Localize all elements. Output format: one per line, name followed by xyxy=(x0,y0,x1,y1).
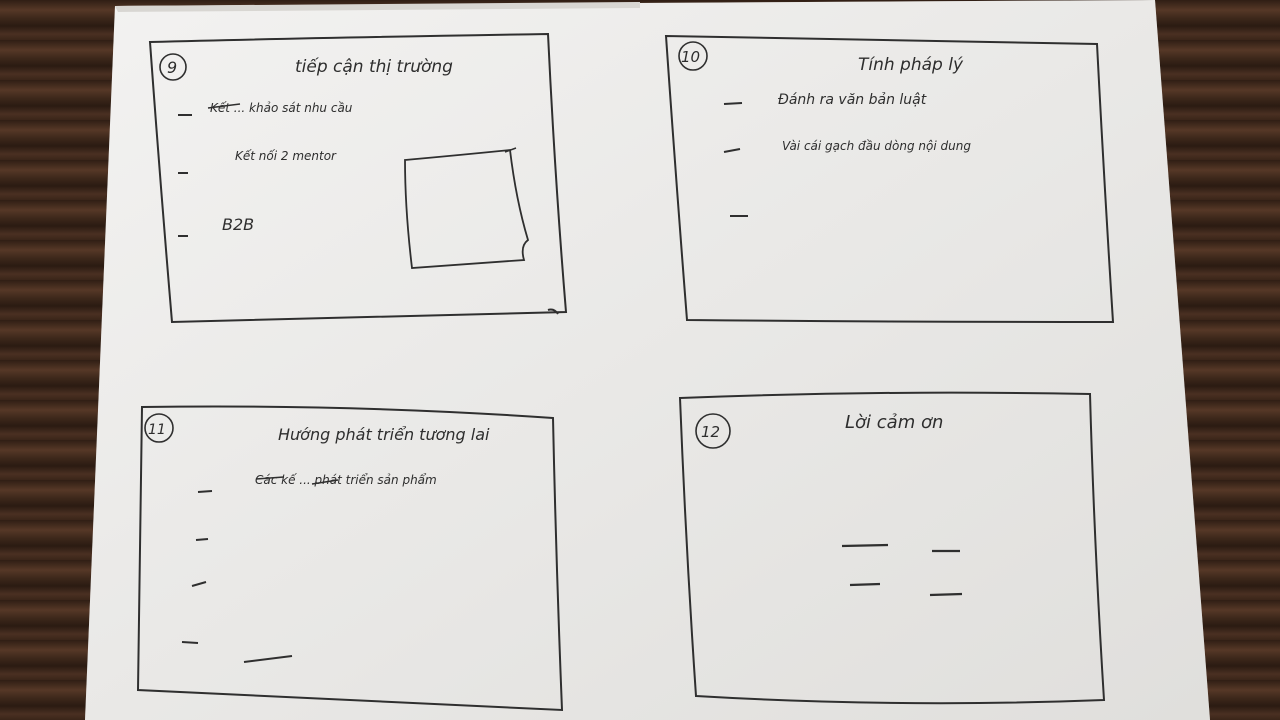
panel-9-title: tiếp cận thị trường xyxy=(295,56,453,77)
panel-10-number: 10 xyxy=(681,48,700,66)
panel-12-number: 12 xyxy=(701,423,720,441)
panel-11-title: Hướng phát triển tương lai xyxy=(278,425,490,444)
panel-9-bullet-3: B2B xyxy=(222,215,254,234)
panel-9-bullet-1: Kết ... khảo sát nhu cầu xyxy=(210,101,353,115)
panel-12-title: Lời cảm ơn xyxy=(845,412,943,433)
panel-10-bullet-2: Vài cái gạch đầu dòng nội dung xyxy=(782,139,971,153)
panel-11-bullet-1: Các kế ... phát triển sản phẩm xyxy=(255,473,437,487)
panel-11-number: 11 xyxy=(148,422,166,438)
panel-10-title: Tính pháp lý xyxy=(858,55,964,75)
panel-10-bullet-1: Đánh ra văn bản luật xyxy=(778,92,927,108)
panel-9-bullet-2: Kết nối 2 mentor xyxy=(235,149,337,163)
sketch-paper: 9 tiếp cận thị trường Kết ... khảo sát n… xyxy=(0,0,1280,720)
panel-9-number: 9 xyxy=(167,58,177,77)
